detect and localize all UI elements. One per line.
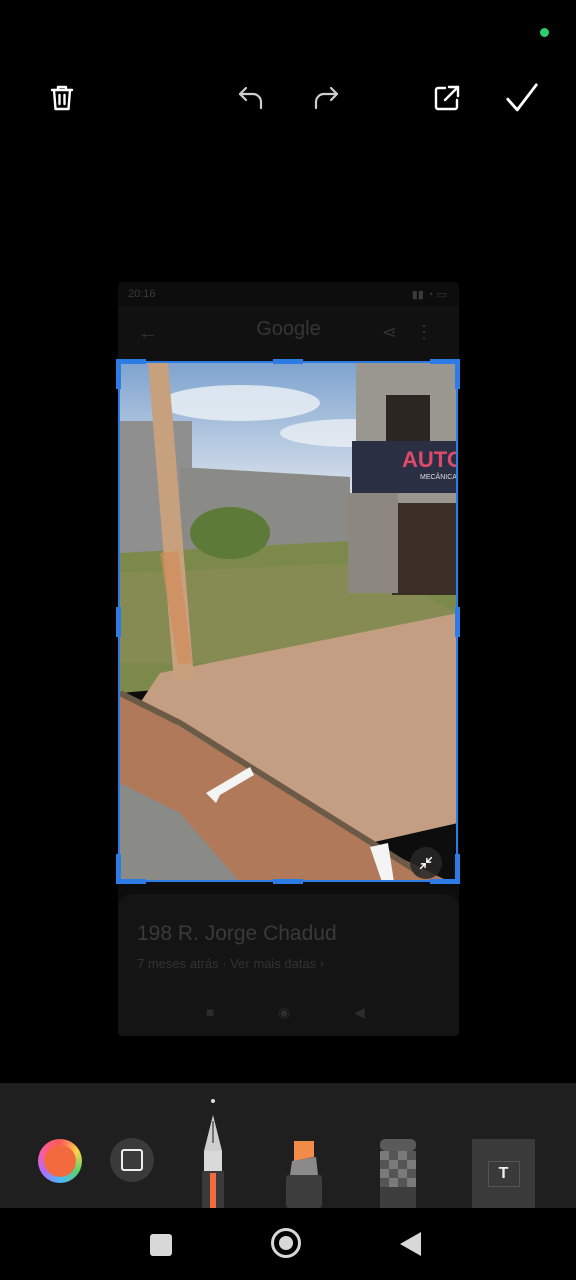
text-tool[interactable]: T — [472, 1139, 535, 1208]
color-picker-button[interactable] — [38, 1139, 82, 1183]
sign-subtext: MECÂNICA — [420, 472, 457, 481]
square-icon — [121, 1149, 143, 1171]
street-view-photo: AUTO MECÂNICA — [120, 363, 458, 882]
trash-icon[interactable] — [44, 80, 80, 116]
crop-image[interactable]: AUTO MECÂNICA — [120, 363, 458, 882]
external-link-icon[interactable] — [429, 80, 465, 116]
crop-handle-bottom[interactable] — [273, 879, 303, 884]
crop-handle-left[interactable] — [116, 607, 121, 637]
selected-tool-indicator — [211, 1099, 215, 1103]
status-time: 20:16 — [128, 288, 156, 300]
home-dot — [279, 1236, 293, 1250]
crop-handle-top[interactable] — [273, 359, 303, 364]
pen-tool[interactable] — [198, 1113, 228, 1208]
privacy-indicator — [540, 28, 549, 37]
crop-handle-bottom-left-v[interactable] — [116, 854, 121, 884]
system-navigation-bar — [0, 1208, 576, 1280]
text-tool-label: T — [487, 1160, 520, 1187]
highlighter-tool[interactable] — [284, 1141, 324, 1208]
status-icons: ▮▮ ◔ ▭ — [411, 289, 447, 301]
check-icon[interactable] — [502, 78, 542, 118]
crop-handle-top-right-v[interactable] — [455, 359, 460, 389]
undo-icon[interactable] — [233, 80, 269, 116]
highlighter-icon — [286, 1141, 322, 1208]
drawing-toolbar: T — [0, 1083, 576, 1208]
mini-home-icon: ◉ — [278, 1004, 291, 1020]
pen-icon — [202, 1115, 224, 1208]
collapse-icon[interactable] — [410, 847, 442, 879]
home-button[interactable] — [271, 1228, 301, 1258]
recents-button[interactable] — [150, 1234, 172, 1256]
sign-text: AUTO — [402, 447, 458, 472]
shape-tool-button[interactable] — [110, 1138, 154, 1182]
app-title: Google — [256, 318, 321, 340]
selected-color-swatch — [44, 1145, 76, 1177]
mini-back-icon: ◀ — [354, 1004, 365, 1020]
crop-handle-top-left-v[interactable] — [116, 359, 121, 389]
mosaic-icon — [380, 1139, 416, 1208]
mini-recents-icon: ■ — [206, 1004, 215, 1020]
mosaic-tool[interactable] — [378, 1139, 418, 1208]
crop-handle-right[interactable] — [455, 607, 460, 637]
address-text: 198 R. Jorge Chadud — [137, 922, 337, 945]
redo-icon[interactable] — [308, 80, 344, 116]
back-button[interactable] — [400, 1232, 421, 1256]
more-icon: ⋮ — [415, 322, 433, 342]
share-icon: ⋖ — [381, 322, 397, 342]
date-text: 7 meses atrás · Ver mais datas › — [137, 956, 325, 971]
crop-handle-bottom-right-v[interactable] — [455, 854, 460, 884]
